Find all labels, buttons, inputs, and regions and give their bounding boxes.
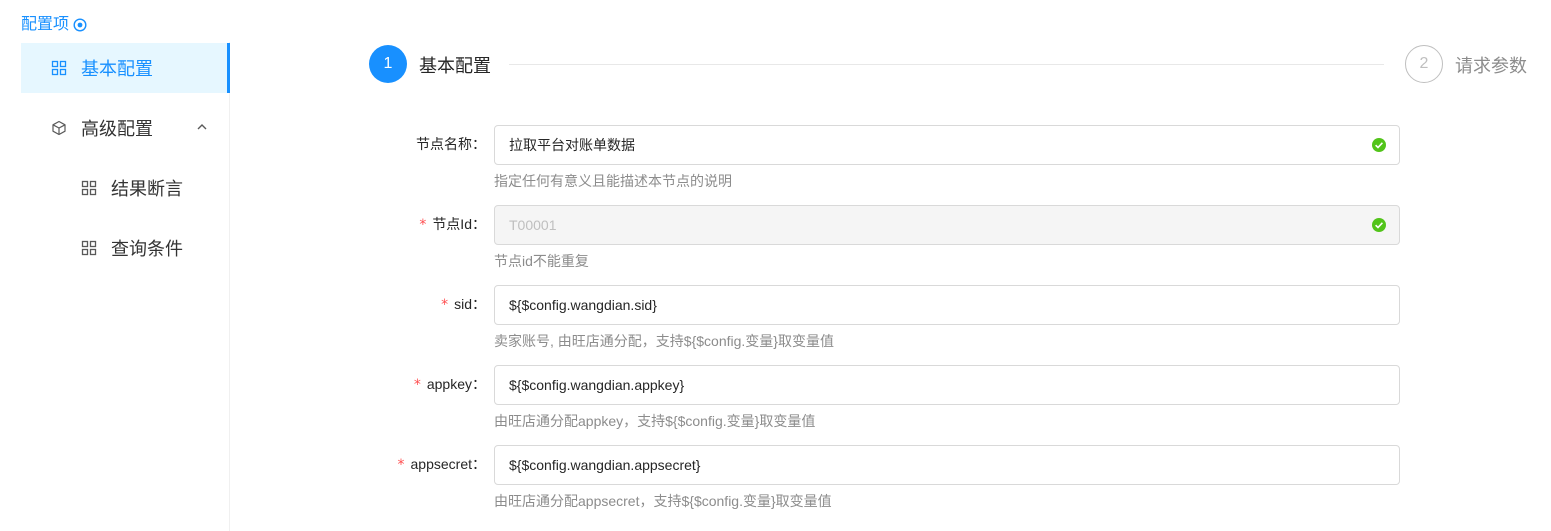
sidebar-item-result-assertion[interactable]: 结果断言: [21, 163, 230, 213]
sidebar-item-advanced-config[interactable]: 高级配置: [21, 103, 230, 153]
appstore-icon: [81, 240, 97, 256]
chevron-up-icon[interactable]: [196, 121, 208, 133]
check-circle-icon: [1372, 138, 1386, 152]
sidebar-item-label: 查询条件: [111, 239, 183, 259]
field-label: * appkey：: [414, 374, 486, 394]
steps-progress: 1 基本配置 2 请求参数: [369, 44, 1529, 84]
sidebar-item-label: 基本配置: [81, 59, 153, 79]
step-label: 基本配置: [419, 56, 491, 76]
sidebar-item-label: 高级配置: [81, 119, 153, 139]
check-circle-icon: [1372, 218, 1386, 232]
field-label-text: appsecret：: [410, 456, 486, 472]
field-help-text: 指定任何有意义且能描述本节点的说明: [494, 173, 732, 189]
appsecret-input[interactable]: [494, 445, 1400, 485]
appkey-input[interactable]: [494, 365, 1400, 405]
form-item-sid: * sid： 卖家账号, 由旺店通分配，支持${$config.变量}取变量值: [300, 285, 1400, 355]
appstore-icon: [51, 60, 67, 76]
sidebar-menu: 基本配置 高级配置 结果断言 查询条件: [0, 42, 230, 531]
sidebar-item-query-conditions[interactable]: 查询条件: [21, 223, 230, 273]
sid-input[interactable]: [494, 285, 1400, 325]
step-number: 2: [1405, 45, 1443, 83]
step-connector-line: [509, 64, 1384, 65]
required-marker: *: [397, 457, 405, 473]
form-item-node-name: 节点名称： 指定任何有意义且能描述本节点的说明: [300, 125, 1400, 195]
required-marker: *: [413, 377, 421, 393]
cube-icon: [51, 120, 67, 136]
config-items-title[interactable]: 配置项: [21, 14, 87, 36]
field-label-text: 节点Id：: [432, 216, 486, 232]
step-label: 请求参数: [1455, 56, 1527, 76]
field-help-text: 节点id不能重复: [494, 253, 589, 269]
appstore-icon: [81, 180, 97, 196]
node-name-input[interactable]: [494, 125, 1400, 165]
field-label-text: appkey：: [426, 376, 486, 392]
field-help-text: 卖家账号, 由旺店通分配，支持${$config.变量}取变量值: [494, 333, 834, 349]
node-id-input: [494, 205, 1400, 245]
form-item-appsecret: * appsecret： 由旺店通分配appsecret，支持${$config.…: [300, 445, 1400, 515]
required-marker: *: [441, 297, 449, 313]
form-item-appkey: * appkey： 由旺店通分配appkey，支持${$config.变量}取变量…: [300, 365, 1400, 435]
field-help-text: 由旺店通分配appsecret，支持${$config.变量}取变量值: [494, 493, 832, 509]
sidebar-item-basic-config[interactable]: 基本配置: [21, 43, 230, 93]
form-item-node-id: * 节点Id： 节点id不能重复: [300, 205, 1400, 275]
field-label: * sid：: [441, 294, 486, 314]
config-items-title-text: 配置项: [21, 16, 70, 33]
step-number: 1: [369, 45, 407, 83]
required-marker: *: [419, 217, 427, 233]
sidebar-item-label: 结果断言: [111, 179, 183, 199]
field-label: * 节点Id：: [419, 214, 486, 234]
field-label-text: 节点名称：: [416, 136, 486, 152]
field-label: * appsecret：: [398, 454, 486, 474]
field-label: 节点名称：: [416, 134, 486, 154]
field-label-text: sid：: [454, 296, 486, 312]
target-icon[interactable]: [73, 18, 87, 32]
field-help-text: 由旺店通分配appkey，支持${$config.变量}取变量值: [494, 413, 816, 429]
